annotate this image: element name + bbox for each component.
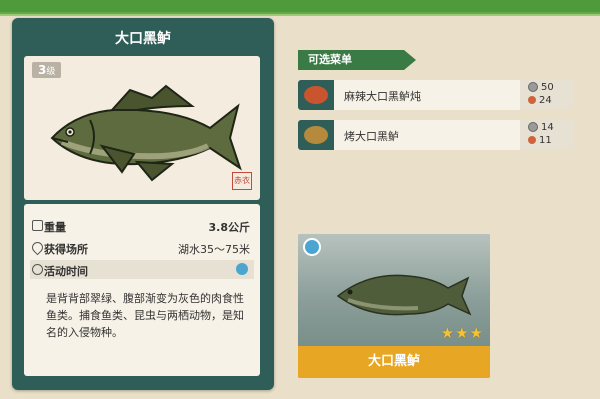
energy-icon [528, 96, 536, 104]
energy-stat: 11 [528, 135, 552, 147]
fish-photo-card[interactable]: ★★★ 大口黑鲈 [298, 234, 490, 378]
dish-plate-icon [304, 86, 328, 104]
fish-description: 是背背部翠绿、腹部渐变为灰色的肉食性鱼类。捕食鱼类、昆虫与两栖动物，是知名的入侵… [46, 292, 244, 339]
artist-seal: 赤衣 [232, 172, 252, 190]
top-bar [0, 0, 600, 16]
dish-plate-icon [304, 126, 328, 144]
location-label: 获得场所 [44, 243, 88, 256]
energy-stat: 24 [528, 95, 552, 107]
coin-icon [528, 122, 538, 132]
coin-stat: 14 [528, 122, 554, 134]
dish-icon [298, 120, 334, 150]
dish-item[interactable]: 烤大口黑鲈 14 11 [298, 120, 574, 150]
scale-icon [32, 220, 43, 231]
energy-value: 24 [539, 95, 552, 106]
coin-value: 14 [541, 122, 554, 133]
coin-value: 50 [541, 82, 554, 93]
location-pin-icon [29, 239, 46, 256]
fish-detail-panel: 大口黑鲈 3级 赤衣 重量 3.8公斤 获得场所 湖水35～75米 活动时间 是… [12, 18, 274, 390]
fish-title: 大口黑鲈 [115, 31, 171, 47]
location-value: 湖水35～75米 [178, 243, 250, 256]
dish-item[interactable]: 麻辣大口黑鲈炖 50 24 [298, 80, 574, 110]
rating-stars: ★★★ [440, 324, 484, 342]
location-row: 获得场所 湖水35～75米 [29, 238, 254, 257]
active-time-label: 活动时间 [44, 265, 88, 278]
menu-title: 可选菜单 [298, 50, 416, 70]
weight-row: 重量 3.8公斤 [30, 216, 254, 235]
daytime-icon [236, 263, 248, 275]
dish-icon [298, 80, 334, 110]
fish-info-box: 重量 3.8公斤 获得场所 湖水35～75米 活动时间 是背背部翠绿、腹部渐变为… [24, 204, 260, 376]
weight-label: 重量 [44, 221, 66, 234]
weight-value: 3.8公斤 [208, 221, 251, 234]
fish-illustration [50, 84, 242, 182]
energy-value: 11 [539, 135, 552, 146]
sun-icon [303, 238, 321, 256]
fish-name-bar: 大口黑鲈 [298, 346, 490, 378]
clock-icon [32, 264, 43, 275]
dish-stats: 14 11 [520, 120, 574, 150]
coin-icon [528, 82, 538, 92]
energy-icon [528, 136, 536, 144]
dish-name: 麻辣大口黑鲈炖 [344, 90, 421, 103]
dish-name: 烤大口黑鲈 [344, 130, 399, 143]
fish-illustration-card: 3级 赤衣 [24, 56, 260, 200]
active-time-row: 活动时间 [30, 260, 254, 279]
coin-stat: 50 [528, 82, 554, 94]
dish-stats: 50 24 [520, 80, 574, 110]
menu-panel: 可选菜单 麻辣大口黑鲈炖 50 24 烤大口黑鲈 14 11 ★★★ 大口黑鲈 [284, 18, 590, 390]
